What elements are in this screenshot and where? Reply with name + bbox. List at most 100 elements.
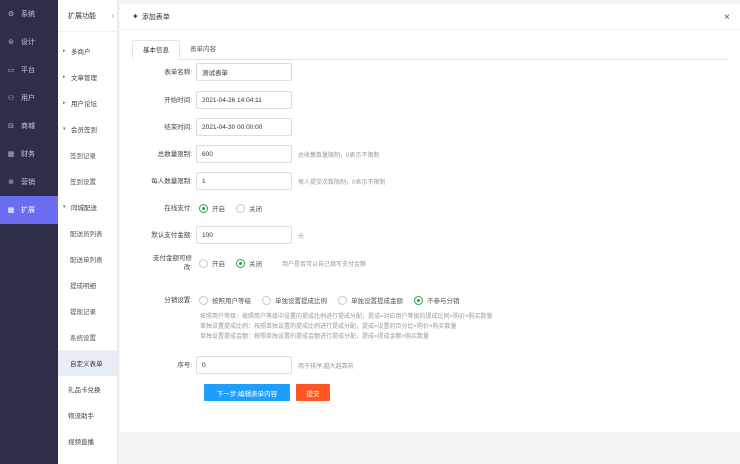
caret-down-icon: ▾ — [63, 126, 66, 132]
collapse-icon[interactable]: ‹ — [111, 11, 114, 20]
sub-item-checkin-settings[interactable]: 签到设置 — [58, 168, 117, 194]
sub-sidebar-title: 扩展功能 — [68, 12, 96, 20]
monitor-icon: ▭ — [7, 67, 15, 74]
online-pay-on-radio[interactable]: 开启 — [199, 203, 225, 213]
form-name-label: 表单名称: — [164, 68, 192, 76]
start-time-label: 开始时间: — [164, 96, 192, 104]
sort-label: 序号: — [177, 361, 192, 369]
design-icon: ⊜ — [8, 39, 14, 46]
shop-icon: ⊟ — [8, 123, 14, 130]
nav-item-label: 用户 — [21, 95, 35, 102]
row-commission: 分销设置: 按照用户等级 单独设置提成比例 单独设置提成金额 不参与分销 — [120, 295, 468, 305]
plus-icon: ✦ — [132, 12, 139, 21]
radio-unchecked-icon — [236, 203, 245, 213]
row-per-user-limit: 每人数量限制: 1 每人提交次数限制，0表示不限制 — [120, 172, 385, 190]
submit-button[interactable]: 提交 — [296, 384, 330, 401]
per-user-limit-input[interactable]: 1 — [196, 172, 292, 190]
user-icon: ⚇ — [7, 95, 15, 102]
sub-item-articles[interactable]: ▸ 文章管理 — [58, 64, 117, 90]
sub-item-checkin[interactable]: ▾ 会员签到 — [58, 116, 117, 142]
sub-item-delivery-orders[interactable]: 配送单列表 — [58, 246, 117, 272]
nav-item-extensions[interactable]: ▩ 扩展 — [0, 196, 58, 224]
total-limit-hint: 总收集数量限制，0表示不限制 — [298, 152, 380, 159]
form-name-input[interactable]: 测试表单 — [196, 63, 292, 81]
radio-label: 单独设置提成金额 — [351, 298, 403, 305]
add-form-panel: ✦ 添加表单 × 基本信息 表单内容 表单名称: 测试表单 开始时间: 2021… — [120, 4, 740, 432]
sub-item-custom-forms[interactable]: 自定义表单 — [58, 350, 117, 376]
row-end-time: 结束时间: 2021-04-30 00:00:00 — [120, 118, 292, 136]
nav-item-platform[interactable]: ▭ 平台 — [0, 56, 58, 84]
nav-item-finance[interactable]: ▦ 财务 — [0, 140, 58, 168]
end-time-label: 结束时间: — [164, 123, 192, 131]
commission-amount-radio[interactable]: 单独设置提成金额 — [338, 295, 403, 305]
close-icon[interactable]: × — [724, 13, 730, 23]
online-pay-off-radio[interactable]: 关闭 — [236, 203, 262, 213]
nav-item-label: 设计 — [21, 39, 35, 46]
nav-item-marketing[interactable]: ⊕ 营销 — [0, 168, 58, 196]
radio-checked-icon — [199, 203, 208, 213]
sort-input[interactable]: 0 — [196, 356, 292, 374]
sub-item-multi-merchant[interactable]: ▸ 多商户 — [58, 38, 117, 64]
radio-unchecked-icon — [199, 295, 208, 305]
nav-item-label: 扩展 — [21, 207, 35, 214]
commission-notes: 按照用户等级：按照用户等级中设置的提成比例进行提成分配，提成=对应用户等级的提成… — [200, 312, 493, 342]
commission-none-radio[interactable]: 不参与分销 — [414, 295, 460, 305]
nav-item-label: 商城 — [21, 123, 35, 130]
commission-ratio-radio[interactable]: 单独设置提成比例 — [262, 295, 327, 305]
modifiable-hint: 用户是否可以自己填写支付金额 — [282, 261, 367, 268]
tab-basic-info[interactable]: 基本信息 — [132, 40, 180, 60]
sub-item-system-settings[interactable]: 系统设置 — [58, 324, 117, 350]
sub-item-delivery[interactable]: ▾ 同城配送 — [58, 194, 117, 220]
sub-item-label: 同城配送 — [71, 205, 97, 212]
sub-item-live-video[interactable]: 视频直播 — [58, 428, 117, 454]
sub-item-checkin-records[interactable]: 签到记录 — [58, 142, 117, 168]
commission-label: 分销设置: — [164, 296, 192, 304]
row-amount-modifiable: 支付金额可修 改: 开启 关闭 用户是否可以自己填写支付金额 — [120, 254, 366, 272]
nav-item-label: 营销 — [21, 179, 35, 186]
panel-header: ✦ 添加表单 — [120, 4, 740, 30]
sub-item-withdraw-records[interactable]: 提现记录 — [58, 298, 117, 324]
per-user-limit-hint: 每人提交次数限制，0表示不限制 — [298, 179, 386, 186]
caret-right-icon: ▸ — [63, 100, 66, 106]
radio-label: 关闭 — [249, 206, 262, 213]
next-step-button[interactable]: 下一步:编辑表单内容 — [204, 384, 290, 401]
sub-item-couriers[interactable]: 配送员列表 — [58, 220, 117, 246]
amount-unit: 元 — [298, 233, 305, 240]
total-limit-input[interactable]: 600 — [196, 145, 292, 163]
end-time-input[interactable]: 2021-04-30 00:00:00 — [196, 118, 292, 136]
label-line: 改: — [183, 264, 192, 271]
radio-label: 单独设置提成比例 — [275, 298, 327, 305]
sub-item-forum[interactable]: ▸ 用户论坛 — [58, 90, 117, 116]
commission-note: 按照用户等级：按照用户等级中设置的提成比例进行提成分配，提成=对应用户等级的提成… — [200, 314, 493, 320]
nav-item-label: 平台 — [21, 67, 35, 74]
label-line: 支付金额可修 — [153, 255, 192, 262]
modifiable-on-radio[interactable]: 开启 — [199, 258, 225, 268]
grid-icon: ▩ — [7, 207, 15, 214]
nav-item-label: 系统 — [21, 11, 35, 18]
gear-icon: ⚙ — [7, 11, 15, 18]
commission-by-level-radio[interactable]: 按照用户等级 — [199, 295, 251, 305]
default-amount-input[interactable]: 100 — [196, 226, 292, 244]
radio-unchecked-icon — [199, 258, 208, 268]
nav-item-mall[interactable]: ⊟ 商城 — [0, 112, 58, 140]
radio-label: 按照用户等级 — [212, 298, 251, 305]
start-time-input[interactable]: 2021-04-26 14:04:11 — [196, 91, 292, 109]
commission-note: 单独设置提成金额：按照单独设置的提成金额进行提成分配，提成=提成金额×购买数量 — [200, 334, 430, 340]
tab-bar: 基本信息 表单内容 — [132, 40, 728, 60]
total-limit-label: 总数量限制: — [157, 150, 192, 158]
sub-item-label: 多商户 — [71, 49, 91, 56]
online-pay-label: 在线支付: — [164, 204, 192, 212]
tab-form-content[interactable]: 表单内容 — [180, 40, 226, 60]
nav-item-users[interactable]: ⚇ 用户 — [0, 84, 58, 112]
caret-right-icon: ▸ — [63, 48, 66, 54]
sub-item-commission-detail[interactable]: 提成明细 — [58, 272, 117, 298]
nav-item-system[interactable]: ⚙ 系统 — [0, 0, 58, 28]
modifiable-off-radio[interactable]: 关闭 — [236, 258, 262, 268]
sub-item-gift-cards[interactable]: 礼品卡兑换 — [58, 376, 117, 402]
nav-item-design[interactable]: ⊜ 设计 — [0, 28, 58, 56]
sub-item-label: 会员签到 — [71, 127, 97, 134]
row-form-name: 表单名称: 测试表单 — [120, 63, 292, 81]
sub-item-label: 用户论坛 — [71, 101, 97, 108]
sub-item-logistics[interactable]: 物流助手 — [58, 402, 117, 428]
commission-note: 单独设置提成比例：按照单独设置的提成比例进行提成分配，提成=设置的百分比×购价×… — [200, 324, 457, 330]
